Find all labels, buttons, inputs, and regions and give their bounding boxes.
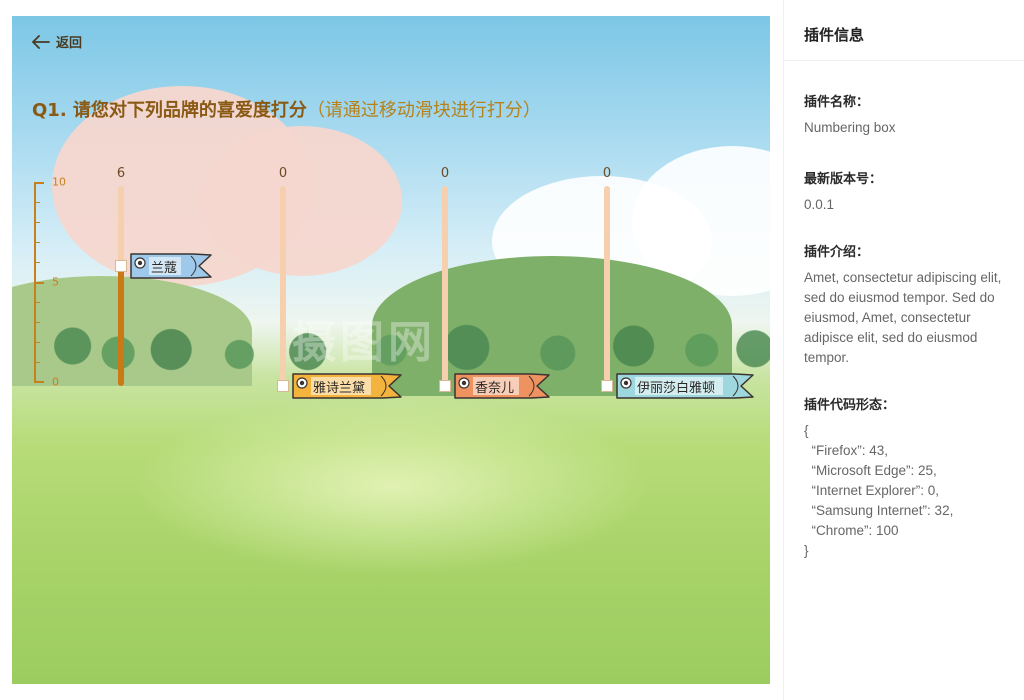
slider-track[interactable]: [442, 186, 448, 386]
code-line: }: [804, 543, 809, 558]
brand-label: 雅诗兰黛: [313, 381, 366, 396]
scale-tick: [34, 202, 40, 203]
meadow-highlight: [132, 396, 652, 576]
slider-track[interactable]: [118, 186, 124, 386]
brand-slider: 0 香奈儿: [437, 166, 577, 399]
plugin-version-section: 最新版本号： 0.0.1: [784, 168, 1024, 215]
back-label: 返回: [56, 36, 83, 51]
code-line: {: [804, 423, 809, 438]
brand-fish-tag[interactable]: 伊丽莎白雅顿: [615, 371, 755, 401]
plugin-info-panel: 插件信息 插件名称： Numbering box 最新版本号： 0.0.1 插件…: [783, 0, 1024, 700]
plugin-code-block: { “Firefox”: 43, “Microsoft Edge”: 25, “…: [804, 421, 1004, 561]
scale-tick: [34, 322, 40, 323]
scale-tick: [34, 381, 44, 383]
brand-slider: 0 伊丽莎白雅顿: [599, 166, 754, 399]
scale-tick: [34, 182, 44, 184]
brand-slider: 0 雅诗兰黛: [275, 166, 415, 399]
question-title: Q1. 请您对下列品牌的喜爱度打分（请通过移动滑块进行打分）: [32, 96, 541, 122]
scale-tick: [34, 262, 40, 263]
slider-handle[interactable]: [115, 260, 127, 272]
plugin-name-section: 插件名称： Numbering box: [784, 91, 1024, 138]
brand-fish-tag[interactable]: 香奈儿: [453, 371, 551, 401]
slider-value: 0: [602, 166, 612, 181]
scale-label-max: 10: [52, 175, 66, 189]
brand-fish-tag[interactable]: 雅诗兰黛: [291, 371, 403, 401]
plugin-name-label: 插件名称：: [804, 94, 870, 109]
plugin-intro-label: 插件介绍：: [804, 244, 870, 259]
code-line: “Internet Explorer”: 0,: [804, 483, 940, 498]
brand-slider: 6 兰蔻: [113, 166, 253, 396]
survey-canvas: 摄图网 返回 Q1. 请您对下列品牌的喜爱度打分（请通过移动滑块进行打分） 10…: [12, 16, 770, 684]
scale-label-mid: 5: [52, 275, 59, 289]
code-line: “Microsoft Edge”: 25,: [804, 463, 937, 478]
code-line: “Chrome”: 100: [804, 523, 899, 538]
panel-title: 插件信息: [784, 0, 1024, 61]
slider-handle[interactable]: [439, 380, 451, 392]
brand-label: 伊丽莎白雅顿: [637, 381, 716, 396]
question-hint: （请通过移动滑块进行打分）: [306, 100, 541, 121]
code-line: “Firefox”: 43,: [804, 443, 889, 458]
plugin-name-value: Numbering box: [804, 120, 896, 135]
scale-label-min: 0: [52, 375, 59, 389]
slider-track[interactable]: [280, 186, 286, 386]
slider-value: 0: [440, 166, 450, 181]
question-text: Q1. 请您对下列品牌的喜爱度打分: [32, 100, 307, 121]
plugin-code-label: 插件代码形态：: [804, 397, 896, 412]
arrow-left-icon: [32, 34, 50, 49]
scale-tick: [34, 342, 40, 343]
brand-label: 兰蔻: [151, 261, 178, 276]
slider-value: 6: [116, 166, 126, 181]
slider-handle[interactable]: [277, 380, 289, 392]
plugin-version-label: 最新版本号：: [804, 171, 883, 186]
score-scale: 10 5 0: [30, 176, 70, 389]
back-button[interactable]: 返回: [32, 32, 82, 51]
scale-tick: [34, 302, 40, 303]
plugin-version-value: 0.0.1: [804, 197, 835, 212]
slider-fill: [118, 266, 124, 386]
plugin-intro-section: 插件介绍： Amet, consectetur adipiscing elit,…: [784, 241, 1024, 368]
scale-tick: [34, 242, 40, 243]
slider-track[interactable]: [604, 186, 610, 386]
slider-value: 0: [278, 166, 288, 181]
plugin-intro-value: Amet, consectetur adipiscing elit, sed d…: [804, 270, 1002, 365]
slider-handle[interactable]: [601, 380, 613, 392]
brand-label: 香奈儿: [475, 381, 515, 396]
scale-tick: [34, 362, 40, 363]
scale-tick: [34, 222, 40, 223]
brand-fish-tag[interactable]: 兰蔻: [129, 251, 213, 281]
code-line: “Samsung Internet”: 32,: [804, 503, 954, 518]
scale-tick: [34, 282, 44, 284]
plugin-code-section: 插件代码形态： { “Firefox”: 43, “Microsoft Edge…: [784, 394, 1024, 561]
